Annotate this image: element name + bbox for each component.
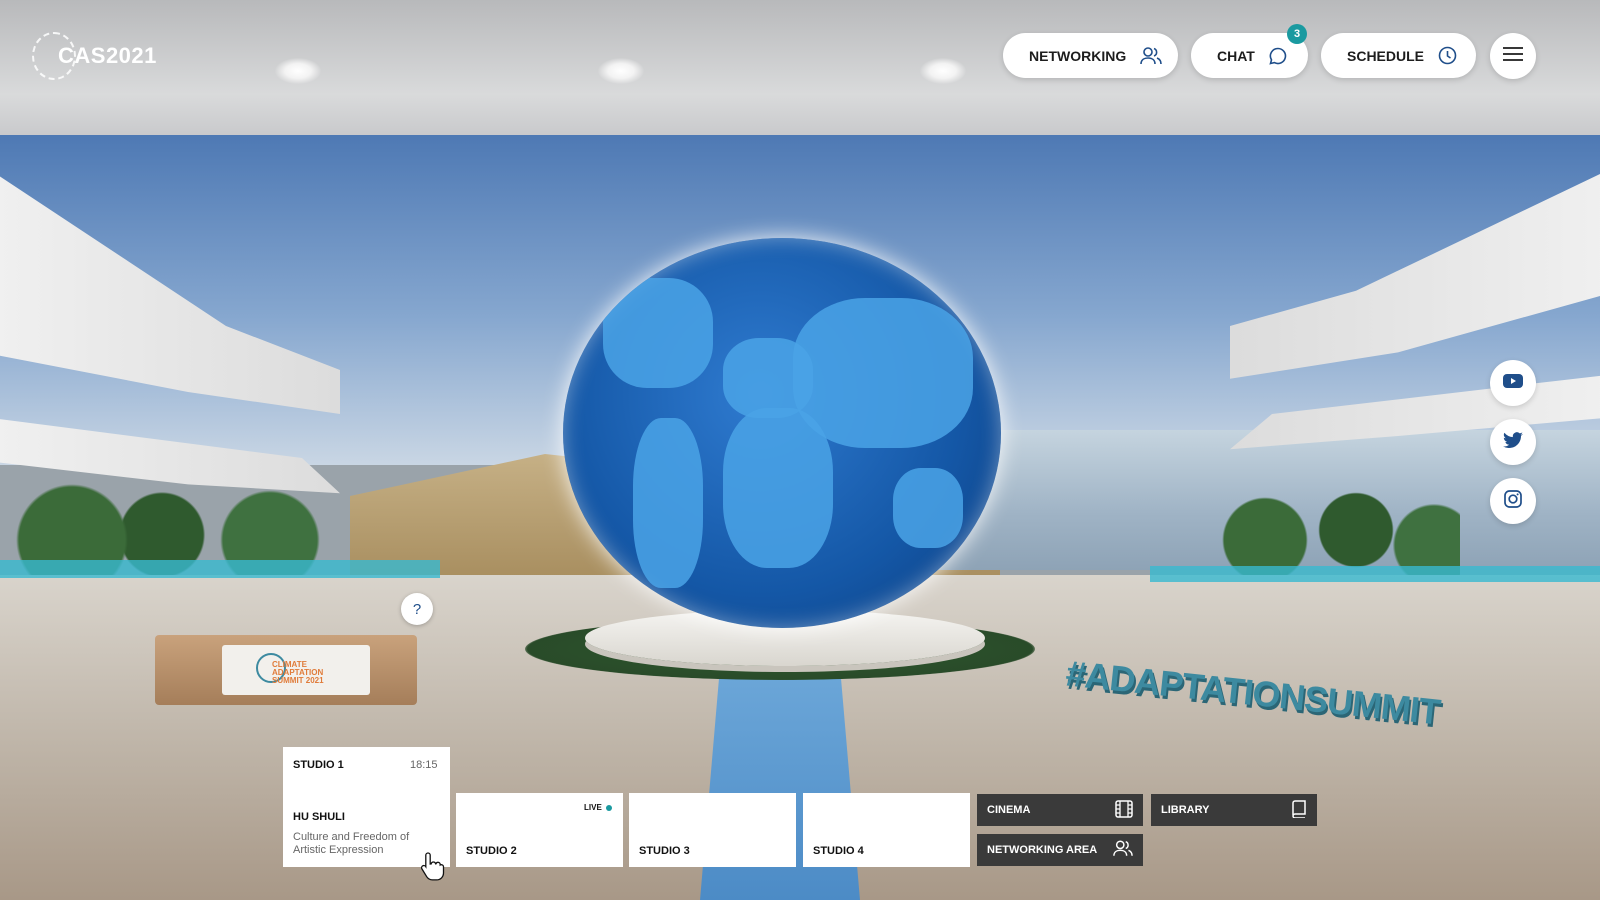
studio-1-time: 18:15: [410, 759, 438, 771]
instagram-button[interactable]: [1490, 478, 1536, 524]
live-indicator: LIVE: [584, 803, 612, 812]
youtube-button[interactable]: [1490, 360, 1536, 406]
studio-1-title: STUDIO 1: [293, 759, 344, 771]
chat-label: CHAT: [1217, 47, 1255, 64]
studio-2-title: STUDIO 2: [466, 845, 517, 857]
networking-button[interactable]: NETWORKING: [1003, 33, 1178, 78]
networking-label: NETWORKING: [1029, 47, 1127, 64]
desk-sign: CLIMATE ADAPTATION SUMMIT 2021: [222, 645, 370, 695]
hamburger-menu-icon: [1503, 46, 1523, 66]
twitter-button[interactable]: [1490, 419, 1536, 465]
plants-right: [1200, 480, 1460, 580]
book-icon: [1291, 799, 1307, 821]
studio-2-card[interactable]: LIVE STUDIO 2: [456, 793, 623, 867]
library-label: LIBRARY: [1161, 804, 1210, 816]
cinema-button[interactable]: CINEMA: [977, 794, 1143, 826]
help-hotspot[interactable]: ?: [401, 593, 433, 625]
studio-4-card[interactable]: STUDIO 4: [803, 793, 970, 867]
film-icon: [1115, 799, 1133, 821]
people-icon: [1140, 46, 1163, 65]
schedule-label: SCHEDULE: [1347, 47, 1425, 64]
desk-sign-text: CLIMATE ADAPTATION SUMMIT 2021: [272, 660, 324, 685]
studio-4-title: STUDIO 4: [813, 845, 864, 857]
studio-3-title: STUDIO 3: [639, 845, 690, 857]
world-globe: [563, 238, 1001, 628]
cas-logo[interactable]: CAS2021: [32, 32, 157, 80]
studio-3-card[interactable]: STUDIO 3: [629, 793, 796, 867]
live-dot-icon: [605, 804, 612, 811]
help-label: ?: [412, 600, 422, 618]
twitter-icon: [1503, 431, 1523, 453]
studio-1-card[interactable]: STUDIO 1 18:15 HU SHULI Culture and Free…: [283, 747, 450, 867]
logo-text: CAS2021: [58, 43, 157, 68]
instagram-icon: [1504, 489, 1522, 513]
pool-right: [1150, 566, 1600, 582]
lobby-scene: CLIMATE ADAPTATION SUMMIT 2021 #ADAPTATI…: [0, 0, 1600, 900]
networking-area-button[interactable]: NETWORKING AREA: [977, 834, 1143, 866]
hand-cursor-icon: [420, 851, 446, 886]
clock-icon: [1438, 46, 1457, 65]
networking-area-label: NETWORKING AREA: [987, 844, 1098, 856]
chat-unread-badge: 3: [1287, 24, 1307, 44]
youtube-icon: [1503, 373, 1523, 393]
pool-left: [0, 560, 440, 578]
library-button[interactable]: LIBRARY: [1151, 794, 1317, 826]
cinema-label: CINEMA: [987, 804, 1031, 816]
chat-bubble-icon: [1269, 47, 1287, 65]
studio-1-session: Culture and Freedom of Artistic Expressi…: [293, 831, 410, 856]
schedule-button[interactable]: SCHEDULE: [1321, 33, 1476, 78]
people-icon: [1113, 840, 1133, 860]
live-label: LIVE: [584, 803, 602, 812]
studio-1-speaker: HU SHULI: [293, 811, 345, 823]
menu-button[interactable]: [1490, 33, 1536, 79]
